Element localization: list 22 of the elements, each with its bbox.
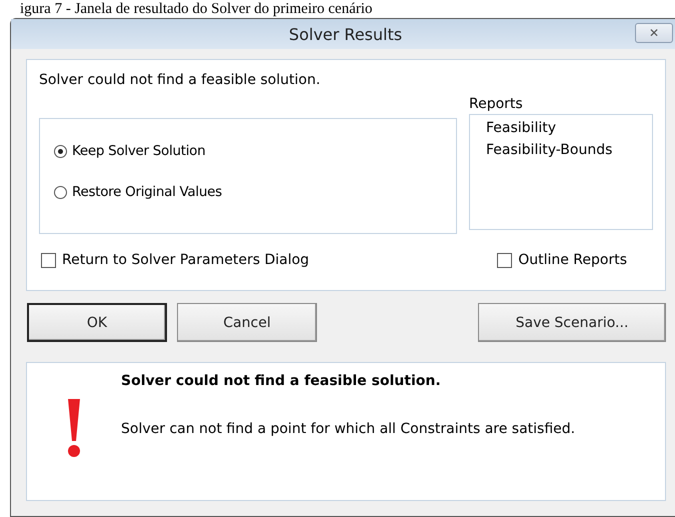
detail-heading: Solver could not find a feasible solution. bbox=[121, 373, 442, 389]
detail-text: Solver can not find a point for which all Constraints are satisfied. bbox=[121, 421, 576, 437]
reports-label: Reports bbox=[469, 96, 524, 112]
dialog-button[interactable]: Cancel bbox=[177, 303, 317, 342]
checkbox-label[interactable]: Outline Reports bbox=[518, 252, 627, 268]
close-button[interactable]: ✕ bbox=[635, 23, 673, 43]
dialog-button[interactable]: Save Scenario... bbox=[478, 303, 666, 342]
status-message: Solver could not find a feasible solution. bbox=[39, 72, 322, 88]
exclamation-icon bbox=[67, 399, 81, 457]
checkbox[interactable] bbox=[41, 252, 56, 268]
figure-caption: igura 7 - Janela de resultado do Solver do primeiro cenário bbox=[20, 0, 372, 18]
radio-label[interactable]: Keep Solver Solution bbox=[72, 143, 206, 159]
report-item[interactable]: Feasibility bbox=[486, 117, 652, 139]
radio-button[interactable] bbox=[54, 186, 67, 198]
checkbox-label[interactable]: Return to Solver Parameters Dialog bbox=[62, 252, 310, 268]
checkbox[interactable] bbox=[497, 252, 512, 268]
radio-label[interactable]: Restore Original Values bbox=[72, 184, 222, 200]
radio-button[interactable] bbox=[54, 144, 67, 158]
window-title: Solver Results bbox=[288, 24, 404, 44]
report-item[interactable]: Feasibility-Bounds bbox=[486, 139, 652, 161]
dialog-button[interactable]: OK bbox=[27, 303, 167, 342]
reports-list[interactable]: Feasibility Feasibility-Bounds bbox=[469, 114, 653, 230]
